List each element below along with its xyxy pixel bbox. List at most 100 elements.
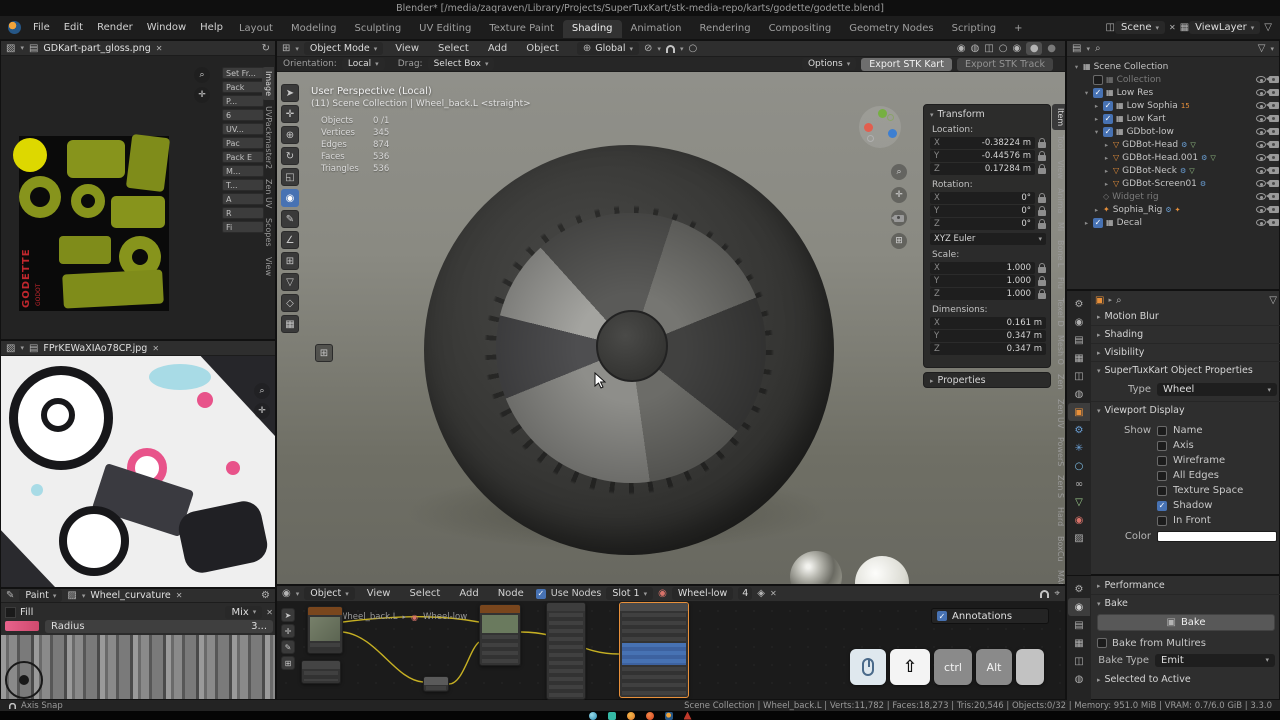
image-icon[interactable]: ▨: [67, 590, 76, 601]
viewlayer-selector[interactable]: ViewLayer ▾: [1189, 21, 1261, 34]
shader-node[interactable]: [301, 660, 341, 684]
lock-icon[interactable]: [1038, 151, 1046, 161]
n-tab[interactable]: Zen UV: [1052, 395, 1065, 432]
zoom-icon[interactable]: ⌕: [254, 383, 270, 399]
disable-render-icon[interactable]: [1266, 206, 1279, 213]
modifier-icon[interactable]: ⚙: [1181, 141, 1187, 149]
image-caret-icon[interactable]: ▾: [82, 592, 86, 600]
hide-viewport-icon[interactable]: [1256, 206, 1266, 213]
tool-move[interactable]: ↻: [281, 147, 299, 165]
filter-caret-icon[interactable]: ▾: [1270, 45, 1274, 53]
add-workspace-button[interactable]: +: [1005, 20, 1031, 38]
in-front-checkbox[interactable]: [1157, 515, 1167, 526]
panel-shading[interactable]: ▸ Shading: [1097, 329, 1143, 340]
menu-render[interactable]: Render: [90, 22, 140, 33]
menu-file[interactable]: File: [26, 22, 57, 33]
hide-viewport-icon[interactable]: [1256, 219, 1266, 226]
show-gizmo-icon[interactable]: ◉: [957, 43, 966, 54]
sidebar-tab[interactable]: Scopes: [262, 214, 274, 251]
disable-render-icon[interactable]: [1266, 89, 1279, 96]
tab-modeling[interactable]: Modeling: [282, 20, 346, 38]
panel-selected-to-active[interactable]: ▸ Selected to Active: [1097, 674, 1275, 685]
options-dropdown[interactable]: Options ▾: [801, 58, 857, 70]
panel-button[interactable]: A: [222, 193, 264, 205]
properties-panel-header[interactable]: ▸ Properties: [930, 375, 986, 386]
radius-slider[interactable]: Radius 3...: [45, 619, 273, 633]
drag-selector[interactable]: Select Box ▾: [427, 58, 495, 70]
tab-scene-icon[interactable]: ◫: [1068, 367, 1090, 385]
snap-node-icon[interactable]: [1040, 589, 1050, 598]
tab-world-icon[interactable]: ◍: [1068, 385, 1090, 403]
tire-mesh[interactable]: [424, 145, 834, 555]
modifier-icon[interactable]: ⚙: [1200, 180, 1206, 188]
n-tab[interactable]: MACH: [1052, 566, 1065, 584]
image-browse-icon[interactable]: ▤: [29, 43, 38, 54]
tool-transform[interactable]: ◉: [281, 189, 299, 207]
bake-multires-checkbox[interactable]: [1097, 638, 1107, 648]
taskbar-app-icon[interactable]: [626, 711, 635, 720]
panel-performance[interactable]: ▸ Performance: [1097, 580, 1165, 591]
editor-type-caret-icon[interactable]: ▾: [20, 44, 24, 52]
lock-icon[interactable]: [1038, 138, 1046, 148]
viewlayer-filter-icon[interactable]: ▽: [1264, 22, 1272, 33]
hide-viewport-icon[interactable]: [1256, 180, 1266, 187]
menu-object[interactable]: Object: [519, 43, 566, 54]
menu-help[interactable]: Help: [193, 22, 230, 33]
tab-rendering[interactable]: Rendering: [690, 20, 759, 38]
outliner-row-widget-rig[interactable]: ◇ Widget rig: [1067, 190, 1279, 203]
outliner-row-low-kart[interactable]: ▸▦Low Kart: [1067, 112, 1279, 125]
lock-icon[interactable]: [1038, 263, 1046, 273]
lock-icon[interactable]: [1038, 206, 1046, 216]
hide-viewport-icon[interactable]: [1256, 167, 1266, 174]
shader-node[interactable]: [307, 606, 343, 654]
disable-render-icon[interactable]: [1266, 193, 1279, 200]
hide-viewport-icon[interactable]: [1256, 128, 1266, 135]
tab-geometry-nodes[interactable]: Geometry Nodes: [840, 20, 942, 38]
dimensions-z-field[interactable]: Z 0.347 m: [930, 343, 1046, 355]
pivot-point-icon[interactable]: ⊘: [644, 43, 652, 54]
tab-compositing[interactable]: Compositing: [760, 20, 841, 38]
tab-texture-icon[interactable]: ▨: [1068, 529, 1090, 547]
shading-solid-icon[interactable]: ◉: [1013, 43, 1022, 54]
outliner-row-gdbot-head001[interactable]: ▸ ▽ GDBot-Head.001 ⚙ ▽: [1067, 151, 1279, 164]
rotation-mode-selector[interactable]: XYZ Euler ▾: [930, 233, 1046, 245]
n-tab[interactable]: Anima: [1052, 184, 1065, 217]
tab-modifiers-icon[interactable]: ⚙: [1068, 421, 1090, 439]
slot-selector[interactable]: Slot 1 ▾: [606, 587, 654, 600]
shading-rendered-icon[interactable]: ●: [1047, 43, 1056, 54]
use-nodes-checkbox[interactable]: [535, 588, 546, 599]
hide-viewport-icon[interactable]: [1256, 141, 1266, 148]
panel-stk-properties[interactable]: ▾ SuperTuxKart Object Properties: [1097, 365, 1253, 376]
menu-view[interactable]: View: [388, 43, 426, 54]
tool-annotate[interactable]: ✎: [281, 210, 299, 228]
n-tab[interactable]: Zen: [1052, 370, 1065, 393]
tab-data-icon[interactable]: ▽: [1068, 493, 1090, 511]
editor-type-caret-icon[interactable]: ▾: [1086, 45, 1090, 53]
n-tab[interactable]: Texel D: [1052, 294, 1065, 331]
location-x-field[interactable]: X -0.38224 m: [930, 137, 1035, 149]
n-tab[interactable]: Bone L: [1052, 236, 1065, 271]
menu-add[interactable]: Add: [452, 588, 485, 599]
hide-viewport-icon[interactable]: [1256, 89, 1266, 96]
shader-type-selector[interactable]: Object ▾: [304, 587, 355, 600]
location-z-field[interactable]: Z 0.17284 m: [930, 163, 1035, 175]
tab-render-icon[interactable]: ◉: [1068, 598, 1090, 616]
exclude-checkbox[interactable]: [1103, 126, 1113, 137]
exclude-checkbox[interactable]: [1093, 87, 1103, 98]
tab-physics-icon[interactable]: ○: [1068, 457, 1090, 475]
taskbar-app-icon[interactable]: [607, 711, 616, 720]
blender-logo-icon[interactable]: [8, 21, 21, 34]
node-canvas[interactable]: Wheel_back.L▸◉Wheel-low ➤ ✛ ✎ ⊞ Annotati…: [277, 602, 1067, 701]
pan-icon[interactable]: ✛: [254, 403, 270, 419]
tab-world-icon[interactable]: ◍: [1068, 670, 1090, 688]
viewport-ortho-icon[interactable]: ⊞: [891, 233, 907, 249]
paint-settings-icon[interactable]: ⚙: [261, 590, 270, 601]
taskbar-app-icon[interactable]: [645, 711, 654, 720]
hide-viewport-icon[interactable]: [1256, 193, 1266, 200]
tab-object-icon[interactable]: ▣: [1068, 403, 1090, 421]
outliner-row-collection[interactable]: ▦ Collection: [1067, 73, 1279, 86]
viewport-pan-icon[interactable]: ✛: [891, 187, 907, 203]
editor-type-outliner-icon[interactable]: ▤: [1072, 43, 1081, 54]
shader-node-selected[interactable]: [619, 602, 689, 698]
outliner-row-low-sophia[interactable]: ▸▦Low Sophia15: [1067, 99, 1279, 112]
